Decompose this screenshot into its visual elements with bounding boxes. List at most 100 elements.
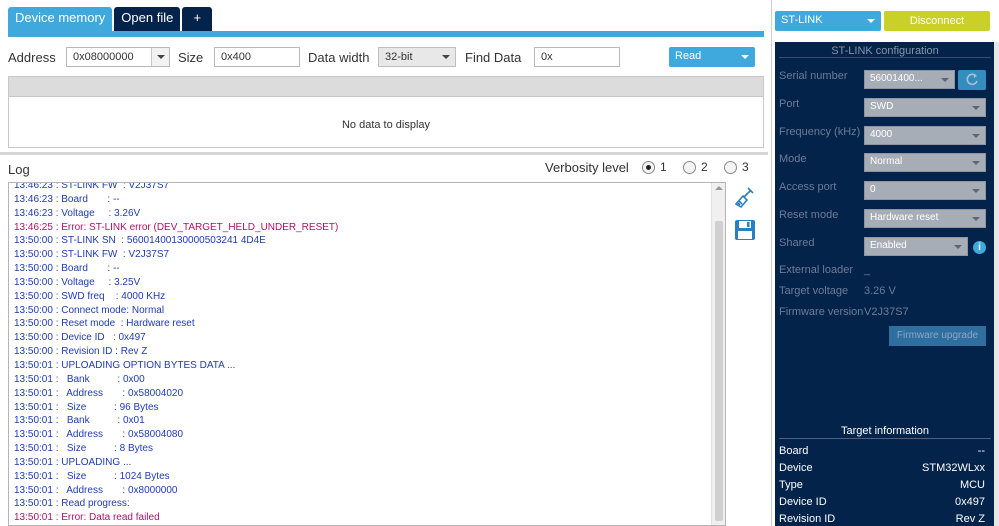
size-field[interactable]: 0x400 — [214, 47, 300, 67]
log-line: 13:50:01 : Bank : 0x00 — [14, 373, 145, 385]
frequency-select[interactable]: 4000 — [864, 126, 986, 145]
target-key: Board — [779, 445, 809, 457]
access-port-select[interactable]: 0 — [864, 181, 986, 200]
log-line: 13:50:01 : Read progress: — [14, 498, 130, 510]
firmware-version-label: Firmware version — [779, 306, 864, 318]
shared-value: Enabled — [870, 240, 907, 251]
serial-number-value: 56001400... — [870, 73, 923, 84]
radio-icon — [683, 160, 696, 174]
chevron-down-icon[interactable] — [151, 48, 169, 66]
log-line: 13:50:01 : Size : 1024 Bytes — [14, 470, 170, 482]
info-icon[interactable]: i — [973, 241, 986, 254]
refresh-button[interactable] — [958, 70, 986, 90]
frequency-label: Frequency (kHz) — [779, 126, 861, 138]
log-line: 13:50:01 : Size : 8 Bytes — [14, 443, 153, 455]
log-line: 13:50:00 : Revision ID : Rev Z — [14, 346, 148, 358]
target-key: Type — [779, 479, 803, 491]
port-select[interactable]: SWD — [864, 98, 986, 117]
log-console[interactable]: 13:46:23 : ST-LINK FW : V2J37S7 13:46:23 … — [8, 182, 726, 526]
empty-message: No data to display — [341, 119, 431, 131]
address-combo[interactable]: 0x08000000 — [66, 47, 170, 67]
broom-icon[interactable] — [734, 186, 756, 210]
access-port-label: Access port — [779, 181, 837, 193]
log-line: 13:50:00 : SWD freq : 4000 KHz — [14, 290, 166, 302]
reset-mode-label: Reset mode — [779, 209, 839, 221]
reset-mode-select[interactable]: Hardware reset — [864, 209, 986, 228]
data-width-value: 32-bit — [385, 51, 413, 63]
read-button-label: Read — [675, 50, 702, 62]
log-line: 13:50:01 : Size : 96 Bytes — [14, 401, 159, 413]
target-voltage-value: 3.26 V — [864, 285, 896, 297]
shared-label: Shared — [779, 237, 815, 249]
log-scrollbar[interactable] — [711, 183, 725, 525]
radio-icon — [724, 160, 737, 174]
read-button[interactable]: Read — [669, 47, 755, 67]
verbosity-option-label: 3 — [742, 160, 749, 174]
target-info-title: Target information — [840, 425, 930, 437]
data-width-select[interactable]: 32-bit — [378, 47, 456, 67]
target-value: -- — [977, 445, 985, 457]
tab-open-file[interactable]: Open file — [114, 7, 181, 31]
probe-select-label: ST-LINK — [781, 14, 823, 26]
target-value: 0x497 — [955, 496, 985, 508]
chevron-down-icon[interactable] — [437, 48, 455, 66]
log-line: 13:50:00 : Connect mode: Normal — [14, 304, 165, 316]
find-data-field[interactable]: 0x — [534, 47, 620, 67]
external-loader-value: _ — [864, 264, 871, 276]
disconnect-button[interactable]: Disconnect — [884, 11, 990, 31]
memory-tabs: Device memory Open file + — [8, 7, 214, 31]
verbosity-option-label: 1 — [660, 160, 667, 174]
tab-add[interactable]: + — [182, 7, 213, 31]
verbosity-option-label: 2 — [701, 160, 708, 174]
frequency-value: 4000 — [870, 129, 893, 140]
chevron-down-icon — [972, 134, 980, 138]
chevron-down-icon — [741, 55, 749, 59]
target-key: Revision ID — [779, 513, 836, 525]
log-line: 13:50:00 : Board : -- — [14, 263, 120, 275]
log-line: 13:50:01 : Address : 0x58004020 — [14, 387, 184, 399]
access-port-value: 0 — [870, 184, 876, 195]
right-panel-scrollbar[interactable] — [994, 42, 999, 526]
probe-select[interactable]: ST-LINK — [775, 11, 881, 31]
shared-select[interactable]: Enabled — [864, 237, 968, 256]
verbosity-radio-2[interactable]: 2 — [683, 160, 708, 174]
log-title: Log — [8, 162, 30, 177]
chevron-down-icon — [867, 19, 875, 23]
scroll-thumb[interactable] — [715, 221, 723, 521]
mode-label: Mode — [779, 153, 807, 165]
chevron-down-icon — [972, 106, 980, 110]
mode-select[interactable]: Normal — [864, 153, 986, 172]
chevron-down-icon — [972, 217, 980, 221]
port-label: Port — [779, 98, 800, 110]
log-line: 13:50:01 : Bank : 0x01 — [14, 415, 145, 427]
verbosity-label: Verbosity level — [545, 160, 629, 175]
chevron-down-icon — [972, 189, 980, 193]
target-value: MCU — [959, 479, 985, 491]
panel-splitter[interactable] — [0, 152, 768, 155]
firmware-version-value: V2J37S7 — [864, 306, 909, 318]
verbosity-radio-1[interactable]: 1 — [642, 160, 667, 174]
port-value: SWD — [870, 101, 894, 112]
scroll-up-icon[interactable] — [715, 186, 723, 190]
log-line-error: 13:50:01 : Error: Data read failed — [14, 512, 160, 524]
log-line: 13:46:23 : Board : -- — [14, 193, 120, 205]
log-line: 13:50:00 : Device ID : 0x497 — [14, 332, 146, 344]
firmware-upgrade-button[interactable]: Firmware upgrade — [889, 326, 986, 346]
verbosity-radio-3[interactable]: 3 — [724, 160, 749, 174]
target-row-board: Board -- — [779, 445, 985, 461]
find-data-value: 0x — [541, 51, 553, 63]
log-line: 13:50:00 : ST-LINK FW : V2J37S7 — [14, 249, 170, 261]
target-value: STM32WLxx — [922, 462, 985, 474]
target-row-device: Device STM32WLxx — [779, 462, 985, 478]
save-icon[interactable] — [734, 218, 756, 242]
refresh-icon — [966, 73, 978, 86]
target-value: Rev Z — [955, 513, 985, 525]
tab-device-memory[interactable]: Device memory — [8, 7, 113, 31]
target-row-device-id: Device ID 0x497 — [779, 496, 985, 512]
log-line: 13:50:00 : Voltage : 3.25V — [14, 276, 141, 288]
memory-toolbar: Address 0x08000000 Size 0x400 Data width… — [8, 45, 764, 69]
data-width-label: Data width — [308, 50, 370, 65]
radio-selected-icon — [642, 160, 655, 174]
serial-number-select[interactable]: 56001400... — [864, 70, 955, 89]
log-line-error: 13:46:25 : Error: ST-LINK error (DEV_TAR… — [14, 221, 339, 233]
